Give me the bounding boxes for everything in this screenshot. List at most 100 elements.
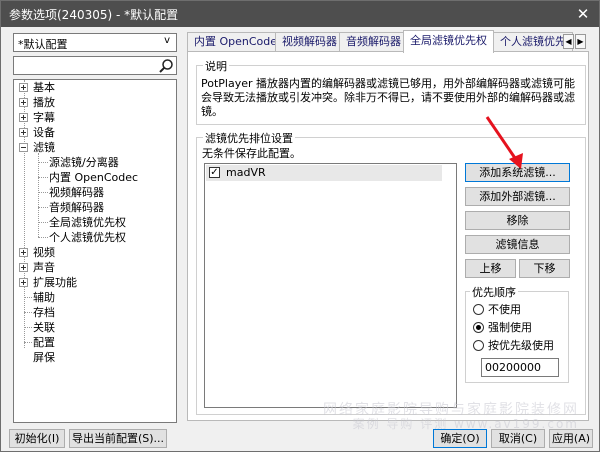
- tree-item-label: 存档: [33, 306, 55, 319]
- tree-guide-line: [38, 153, 39, 237]
- tree-guide-line: [38, 237, 48, 238]
- close-button[interactable]: ✕: [573, 4, 593, 24]
- radio-button[interactable]: [473, 304, 484, 315]
- tree-item-label: 播放: [33, 96, 55, 109]
- expand-plus-icon[interactable]: [19, 278, 28, 287]
- tree-item-source-filters[interactable]: 源滤镜/分离器: [49, 155, 119, 170]
- tree-guide-line: [24, 327, 32, 328]
- settings-tree[interactable]: 基本 播放 字幕 设备 滤镜 源滤镜/分离器 内置 OpenCodec 视频解码…: [13, 79, 177, 423]
- radio-label: 不使用: [488, 303, 521, 316]
- expand-plus-icon[interactable]: [19, 248, 28, 257]
- tree-item-filters[interactable]: 滤镜: [14, 140, 176, 155]
- tree-item-personal-filter-priority[interactable]: 个人滤镜优先权: [49, 230, 126, 245]
- priority-value-input[interactable]: 00200000: [481, 358, 559, 377]
- tree-item-basic[interactable]: 基本: [14, 80, 176, 95]
- radio-button[interactable]: [473, 322, 484, 333]
- tree-guide-line: [38, 207, 48, 208]
- expand-plus-icon[interactable]: [19, 113, 28, 122]
- tree-guide-line: [24, 312, 32, 313]
- radio-button[interactable]: [473, 340, 484, 351]
- add-external-filter-button[interactable]: 添加外部滤镜...: [465, 187, 570, 206]
- filter-list[interactable]: ✓ madVR: [204, 163, 457, 408]
- tree-item-playback[interactable]: 播放: [14, 95, 176, 110]
- profile-dropdown-value: *默认配置: [18, 38, 68, 51]
- tab-scroll-left-icon[interactable]: ◀: [563, 34, 574, 49]
- tree-item-auxiliary[interactable]: 辅助: [33, 290, 55, 305]
- search-icon[interactable]: [158, 58, 174, 74]
- tree-item-label: 音频解码器: [49, 201, 104, 214]
- collapse-minus-icon[interactable]: [19, 143, 28, 152]
- arrow-annotation-icon: [485, 116, 523, 169]
- window-title: 参数选项(240305) - *默认配置: [9, 8, 179, 22]
- search-input[interactable]: [13, 56, 177, 75]
- tree-item-extensions[interactable]: 扩展功能: [14, 275, 176, 290]
- priority-order-title: 优先顺序: [470, 284, 518, 300]
- list-item[interactable]: ✓ madVR: [206, 165, 442, 181]
- cancel-button[interactable]: 取消(C): [491, 429, 545, 448]
- tree-item-label: 屏保: [33, 351, 55, 364]
- tree-item-archive[interactable]: 存档: [33, 305, 55, 320]
- chevron-down-icon: v: [164, 35, 170, 46]
- filter-info-button[interactable]: 滤镜信息: [465, 235, 570, 254]
- tree-item-label: 源滤镜/分离器: [49, 156, 119, 169]
- tree-item-label: 视频解码器: [49, 186, 104, 199]
- tree-item-subtitles[interactable]: 字幕: [14, 110, 176, 125]
- tree-item-configuration[interactable]: 配置: [33, 335, 55, 350]
- initialize-button[interactable]: 初始化(I): [9, 429, 65, 448]
- radio-by-priority[interactable]: 按优先级使用: [473, 338, 554, 353]
- radio-label: 按优先级使用: [488, 339, 554, 352]
- tree-item-label: 声音: [33, 261, 55, 274]
- filter-priority-title: 滤镜优先排位设置: [203, 130, 295, 146]
- expand-plus-icon[interactable]: [19, 128, 28, 137]
- tree-item-label: 视频: [33, 246, 55, 259]
- save-condition-text: 无条件保存此配置。: [202, 147, 301, 160]
- tree-item-screensaver[interactable]: 屏保: [33, 350, 55, 365]
- tree-item-label: 扩展功能: [33, 276, 77, 289]
- tab-personal-filter-priority[interactable]: 个人滤镜优先: [493, 32, 573, 52]
- move-down-button[interactable]: 下移: [519, 259, 570, 278]
- tree-item-video[interactable]: 视频: [14, 245, 176, 260]
- apply-button[interactable]: 应用(A): [549, 429, 593, 448]
- radio-never[interactable]: 不使用: [473, 302, 521, 317]
- tree-guide-line: [38, 192, 48, 193]
- radio-force[interactable]: 强制使用: [473, 320, 532, 335]
- tree-item-label: 辅助: [33, 291, 55, 304]
- tree-guide-line: [38, 222, 48, 223]
- title-bar[interactable]: 参数选项(240305) - *默认配置 ✕: [1, 1, 599, 27]
- tree-item-audio-decoder[interactable]: 音频解码器: [49, 200, 104, 215]
- tree-item-label: 关联: [33, 321, 55, 334]
- profile-dropdown[interactable]: *默认配置 v: [13, 33, 177, 52]
- tree-item-label: 内置 OpenCodec: [49, 171, 139, 184]
- tab-video-decoder[interactable]: 视频解码器: [275, 32, 344, 52]
- filter-checkbox[interactable]: ✓: [209, 167, 220, 178]
- tab-global-filter-priority[interactable]: 全局滤镜优先权: [403, 30, 494, 53]
- tab-bar: 内置 OpenCodec 视频解码器 音频解码器 全局滤镜优先权 个人滤镜优先 …: [187, 30, 587, 53]
- tree-item-label: 基本: [33, 81, 55, 94]
- expand-plus-icon[interactable]: [19, 263, 28, 272]
- tree-item-label: 字幕: [33, 111, 55, 124]
- filter-name: madVR: [226, 166, 266, 179]
- tree-guide-line: [38, 162, 48, 163]
- ok-button[interactable]: 确定(O): [433, 429, 487, 448]
- tree-item-label: 个人滤镜优先权: [49, 231, 126, 244]
- remove-button[interactable]: 移除: [465, 211, 570, 230]
- tree-item-global-filter-priority[interactable]: 全局滤镜优先权: [49, 215, 126, 230]
- tab-scroll-right-icon[interactable]: ▶: [575, 34, 586, 49]
- tree-item-label: 全局滤镜优先权: [49, 216, 126, 229]
- tree-item-association[interactable]: 关联: [33, 320, 55, 335]
- export-config-button[interactable]: 导出当前配置(S)...: [69, 429, 167, 448]
- tree-item-devices[interactable]: 设备: [14, 125, 176, 140]
- move-up-button[interactable]: 上移: [465, 259, 516, 278]
- tree-guide-line: [24, 342, 32, 343]
- expand-plus-icon[interactable]: [19, 83, 28, 92]
- tab-audio-decoder[interactable]: 音频解码器: [339, 32, 408, 52]
- radio-label: 强制使用: [488, 321, 532, 334]
- expand-plus-icon[interactable]: [19, 98, 28, 107]
- tree-item-video-decoder[interactable]: 视频解码器: [49, 185, 104, 200]
- tree-item-audio[interactable]: 声音: [14, 260, 176, 275]
- tree-item-label: 配置: [33, 336, 55, 349]
- tree-guide-line: [24, 297, 32, 298]
- tree-item-label: 设备: [33, 126, 55, 139]
- tree-item-label: 滤镜: [33, 141, 55, 154]
- tree-item-builtin-opencodec[interactable]: 内置 OpenCodec: [49, 170, 138, 185]
